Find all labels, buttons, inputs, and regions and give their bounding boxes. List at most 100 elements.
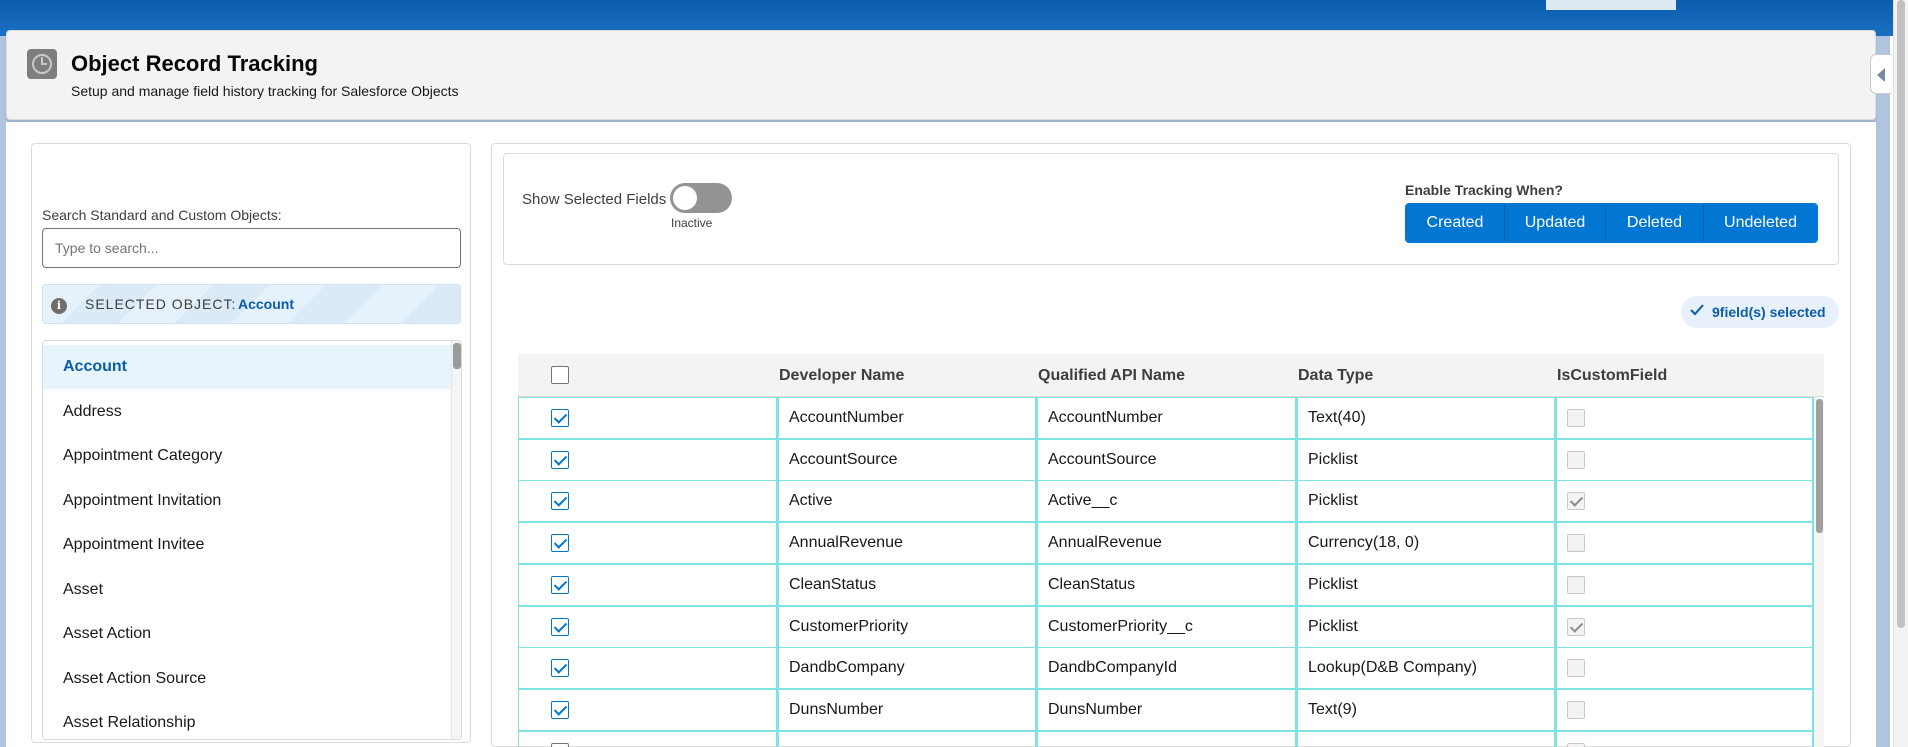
- row-checkbox[interactable]: [551, 742, 569, 747]
- is-custom-checkbox: [1567, 534, 1585, 553]
- table-body: DunsNumber DunsNumber Text(9) DandbCompany D…: [518, 397, 1824, 747]
- api-name-cell: [1037, 730, 1297, 747]
- data-type-cell: Picklist: [1297, 480, 1556, 523]
- is-custom-cell: [1556, 522, 1814, 565]
- undeleted-button[interactable]: Undeleted: [1704, 204, 1817, 242]
- show-selected-toggle[interactable]: [670, 183, 732, 213]
- check-icon: [1690, 304, 1704, 316]
- developer-name-cell: [778, 730, 1037, 747]
- page-title: Object Record Tracking: [71, 51, 318, 76]
- is-custom-cell: [1556, 438, 1814, 481]
- table-row[interactable]: AnnualRevenue AnnualRevenue Currency(18, 0…: [518, 522, 1814, 565]
- api-name-cell: AccountNumber: [1037, 397, 1297, 439]
- clock-icon: [27, 49, 57, 79]
- is-custom-cell: [1556, 605, 1814, 648]
- object-list-item[interactable]: Appointment Invitation: [43, 479, 451, 523]
- api-name-cell: DunsNumber: [1037, 688, 1297, 731]
- row-select-cell: [518, 647, 778, 690]
- developer-name-cell: CleanStatus: [778, 563, 1037, 606]
- toggle-knob: [673, 186, 697, 210]
- developer-name-cell: AnnualRevenue: [778, 522, 1037, 565]
- selected-count-badge: 9field(s) selected: [1681, 296, 1839, 328]
- table-row[interactable]: CleanStatus CleanStatus Picklist: [518, 563, 1814, 606]
- table-row[interactable]: DandbCompany DandbCompanyId Lookup(D&B Com…: [518, 647, 1814, 690]
- table-scroll-thumb[interactable]: [1816, 399, 1823, 533]
- search-label: Search Standard and Custom Objects:: [42, 207, 282, 223]
- select-all-checkbox[interactable]: [551, 366, 569, 384]
- object-list-item[interactable]: Appointment Category: [43, 434, 451, 478]
- row-checkbox[interactable]: [551, 492, 569, 511]
- data-type-cell: Lookup(D&B Company): [1297, 647, 1556, 690]
- object-list-item[interactable]: Appointment Invitee: [43, 523, 451, 567]
- banner-tab: [1546, 0, 1676, 10]
- show-selected-label: Show Selected Fields: [522, 191, 667, 208]
- row-checkbox[interactable]: [551, 700, 569, 719]
- row-checkbox[interactable]: [551, 575, 569, 594]
- developer-name-cell: CustomerPriority: [778, 605, 1037, 648]
- object-list-item[interactable]: Account: [43, 345, 451, 389]
- row-select-cell: [518, 522, 778, 565]
- updated-button[interactable]: Updated: [1505, 204, 1606, 242]
- list-scrollbar[interactable]: [451, 341, 461, 739]
- table-row[interactable]: DunsNumber DunsNumber Text(9): [518, 688, 1814, 731]
- selected-object-banner: i SELECTED OBJECT: Account: [42, 284, 461, 324]
- is-custom-checkbox: [1567, 450, 1585, 469]
- row-checkbox[interactable]: [551, 409, 569, 427]
- is-custom-checkbox: [1567, 409, 1585, 427]
- column-header-data-type[interactable]: Data Type: [1298, 354, 1373, 397]
- row-checkbox[interactable]: [551, 450, 569, 469]
- row-checkbox[interactable]: [551, 534, 569, 553]
- table-row[interactable]: AccountSource AccountSource Picklist: [518, 438, 1814, 481]
- object-list-item[interactable]: Asset Action: [43, 612, 451, 656]
- row-select-cell: [518, 563, 778, 606]
- data-type-cell: Text(9): [1297, 688, 1556, 731]
- page-scroll-thumb[interactable]: [1897, 0, 1905, 628]
- is-custom-cell: [1556, 730, 1814, 747]
- chevron-left-icon: [1877, 68, 1885, 82]
- data-type-cell: [1297, 730, 1556, 747]
- row-select-cell: [518, 605, 778, 648]
- table-row[interactable]: AccountNumber AccountNumber Text(40): [518, 397, 1814, 439]
- created-button[interactable]: Created: [1406, 204, 1505, 242]
- object-list-item[interactable]: Asset Relationship: [43, 701, 451, 739]
- column-header-is-custom[interactable]: IsCustomField: [1557, 354, 1667, 397]
- page-header: Object Record Tracking Setup and manage …: [6, 30, 1876, 120]
- object-list-item[interactable]: Asset: [43, 568, 451, 612]
- tracking-button-group: Created Updated Deleted Undeleted: [1405, 203, 1818, 243]
- search-input[interactable]: [42, 228, 461, 268]
- data-type-cell: Picklist: [1297, 605, 1556, 648]
- developer-name-cell: DandbCompany: [778, 647, 1037, 690]
- table-row[interactable]: CustomerPriority CustomerPriority__c Pickl…: [518, 605, 1814, 648]
- list-scroll-thumb[interactable]: [453, 343, 461, 369]
- info-icon: i: [51, 298, 67, 314]
- table-row[interactable]: [518, 730, 1814, 747]
- is-custom-checkbox: [1567, 742, 1585, 747]
- column-header-api-name[interactable]: Qualified API Name: [1038, 354, 1185, 397]
- selected-object-label: SELECTED OBJECT:: [85, 296, 237, 312]
- row-select-cell: [518, 438, 778, 481]
- row-checkbox[interactable]: [551, 659, 569, 678]
- is-custom-cell: [1556, 647, 1814, 690]
- api-name-cell: AnnualRevenue: [1037, 522, 1297, 565]
- selected-count-text: 9field(s) selected: [1712, 304, 1826, 320]
- developer-name-cell: DunsNumber: [778, 688, 1037, 731]
- collapse-handle[interactable]: [1870, 54, 1892, 94]
- table-row[interactable]: Active Active__c Picklist: [518, 480, 1814, 523]
- object-list-item[interactable]: Asset Action Source: [43, 657, 451, 701]
- object-list-item[interactable]: Address: [43, 390, 451, 434]
- selected-object-value: Account: [238, 296, 294, 312]
- row-select-cell: [518, 688, 778, 731]
- deleted-button[interactable]: Deleted: [1606, 204, 1704, 242]
- api-name-cell: CleanStatus: [1037, 563, 1297, 606]
- is-custom-checkbox: [1567, 617, 1585, 636]
- developer-name-cell: AccountNumber: [778, 397, 1037, 439]
- object-list: Asset Relationship Asset Action Source Ass…: [42, 340, 462, 740]
- is-custom-cell: [1556, 688, 1814, 731]
- is-custom-checkbox: [1567, 700, 1585, 719]
- api-name-cell: AccountSource: [1037, 438, 1297, 481]
- is-custom-checkbox: [1567, 659, 1585, 678]
- enable-tracking-label: Enable Tracking When?: [1405, 182, 1563, 198]
- column-header-developer-name[interactable]: Developer Name: [779, 354, 904, 397]
- row-select-cell: [518, 480, 778, 523]
- row-checkbox[interactable]: [551, 617, 569, 636]
